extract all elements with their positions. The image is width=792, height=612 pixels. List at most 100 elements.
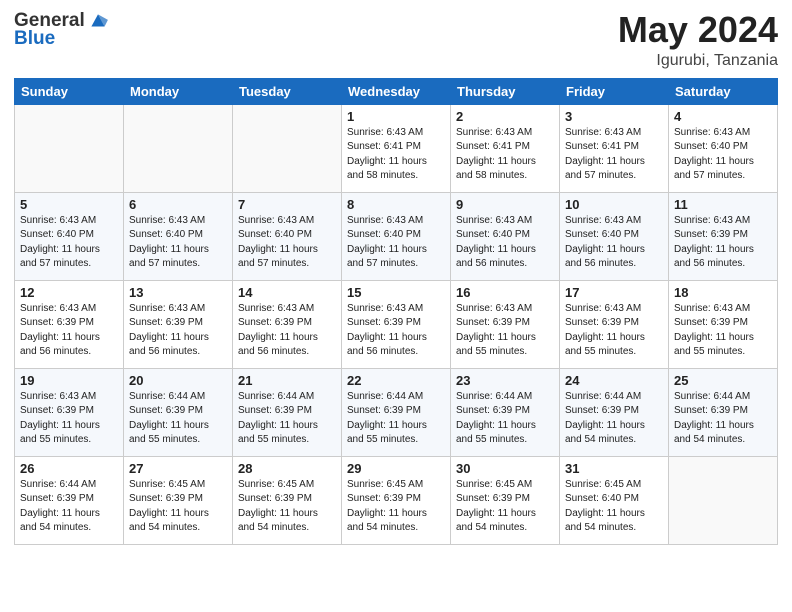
sunrise-text: Sunrise: 6:44 AM [456,391,532,402]
table-row: 25Sunrise: 6:44 AMSunset: 6:39 PMDayligh… [669,368,778,456]
sunrise-text: Sunrise: 6:43 AM [674,215,750,226]
day-info: Sunrise: 6:43 AMSunset: 6:41 PMDaylight:… [347,126,445,184]
calendar-page: General Blue May 2024 Igurubi, Tanzania … [0,0,792,612]
table-row: 8 Sunrise: 6:43 AMSunset: 6:40 PMDaylight… [342,192,451,280]
sunset-text: Sunset: 6:39 PM [20,317,94,328]
day-info: Sunrise: 6:43 AMSunset: 6:41 PMDaylight:… [565,126,663,184]
table-row: 18Sunrise: 6:43 AMSunset: 6:39 PMDayligh… [669,280,778,368]
day-number: 30 [456,461,554,476]
sunset-text: Sunset: 6:39 PM [129,405,203,416]
day-info: Sunrise: 6:44 AMSunset: 6:39 PMDaylight:… [20,478,118,536]
day-number: 1 [347,109,445,124]
table-row: 2Sunrise: 6:43 AMSunset: 6:41 PMDaylight… [451,104,560,192]
table-row: 5 Sunrise: 6:43 AMSunset: 6:40 PMDaylight… [15,192,124,280]
table-row: 17Sunrise: 6:43 AMSunset: 6:39 PMDayligh… [560,280,669,368]
sunrise-text: Sunrise: 6:43 AM [347,303,423,314]
sunrise-text: Sunrise: 6:45 AM [347,479,423,490]
day-number: 19 [20,373,118,388]
day-info: Sunrise: 6:43 AMSunset: 6:39 PMDaylight:… [347,302,445,360]
day-number: 13 [129,285,227,300]
sunset-text: Sunset: 6:40 PM [565,493,639,504]
header-thursday: Thursday [451,78,560,104]
sunrise-text: Sunrise: 6:43 AM [456,127,532,138]
sunset-text: Sunset: 6:39 PM [238,405,312,416]
header-sunday: Sunday [15,78,124,104]
table-row: 27Sunrise: 6:45 AMSunset: 6:39 PMDayligh… [124,456,233,544]
table-row [233,104,342,192]
table-row: 14Sunrise: 6:43 AMSunset: 6:39 PMDayligh… [233,280,342,368]
day-info: Sunrise: 6:44 AMSunset: 6:39 PMDaylight:… [238,390,336,448]
daylight-text: Daylight: 11 hours and 57 minutes. [238,244,318,270]
daylight-text: Daylight: 11 hours and 55 minutes. [129,420,209,446]
daylight-text: Daylight: 11 hours and 54 minutes. [674,420,754,446]
sunrise-text: Sunrise: 6:43 AM [674,303,750,314]
table-row: 23Sunrise: 6:44 AMSunset: 6:39 PMDayligh… [451,368,560,456]
sunrise-text: Sunrise: 6:45 AM [238,479,314,490]
sunset-text: Sunset: 6:40 PM [238,229,312,240]
sunrise-text: Sunrise: 6:43 AM [347,127,423,138]
day-info: Sunrise: 6:44 AMSunset: 6:39 PMDaylight:… [674,390,772,448]
day-number: 17 [565,285,663,300]
daylight-text: Daylight: 11 hours and 57 minutes. [20,244,100,270]
sunset-text: Sunset: 6:41 PM [347,141,421,152]
sunrise-text: Sunrise: 6:43 AM [565,215,641,226]
sunset-text: Sunset: 6:39 PM [674,317,748,328]
daylight-text: Daylight: 11 hours and 56 minutes. [565,244,645,270]
day-info: Sunrise: 6:43 AMSunset: 6:40 PMDaylight:… [238,214,336,272]
calendar-week-row: 19Sunrise: 6:43 AMSunset: 6:39 PMDayligh… [15,368,778,456]
table-row: 24Sunrise: 6:44 AMSunset: 6:39 PMDayligh… [560,368,669,456]
sunset-text: Sunset: 6:39 PM [456,317,530,328]
daylight-text: Daylight: 11 hours and 57 minutes. [129,244,209,270]
day-number: 6 [129,197,227,212]
day-info: Sunrise: 6:43 AMSunset: 6:40 PMDaylight:… [20,214,118,272]
header-monday: Monday [124,78,233,104]
daylight-text: Daylight: 11 hours and 56 minutes. [674,244,754,270]
sunrise-text: Sunrise: 6:43 AM [20,391,96,402]
daylight-text: Daylight: 11 hours and 54 minutes. [129,508,209,534]
day-info: Sunrise: 6:45 AMSunset: 6:39 PMDaylight:… [238,478,336,536]
sunrise-text: Sunrise: 6:43 AM [238,303,314,314]
day-number: 10 [565,197,663,212]
table-row: 7 Sunrise: 6:43 AMSunset: 6:40 PMDaylight… [233,192,342,280]
sunrise-text: Sunrise: 6:43 AM [456,215,532,226]
daylight-text: Daylight: 11 hours and 57 minutes. [565,156,645,182]
day-number: 14 [238,285,336,300]
day-number: 8 [347,197,445,212]
sunset-text: Sunset: 6:39 PM [456,493,530,504]
day-info: Sunrise: 6:43 AMSunset: 6:40 PMDaylight:… [347,214,445,272]
sunset-text: Sunset: 6:41 PM [456,141,530,152]
day-number: 11 [674,197,772,212]
sunrise-text: Sunrise: 6:43 AM [674,127,750,138]
day-info: Sunrise: 6:43 AMSunset: 6:40 PMDaylight:… [129,214,227,272]
sunset-text: Sunset: 6:39 PM [20,493,94,504]
sunrise-text: Sunrise: 6:45 AM [565,479,641,490]
table-row: 13 Sunrise: 6:43 AMSunset: 6:39 PMDayligh… [124,280,233,368]
header-tuesday: Tuesday [233,78,342,104]
sunset-text: Sunset: 6:40 PM [565,229,639,240]
day-number: 7 [238,197,336,212]
day-info: Sunrise: 6:43 AMSunset: 6:39 PMDaylight:… [674,302,772,360]
calendar-header-row: Sunday Monday Tuesday Wednesday Thursday… [15,78,778,104]
daylight-text: Daylight: 11 hours and 55 minutes. [20,420,100,446]
day-number: 27 [129,461,227,476]
day-number: 5 [20,197,118,212]
day-info: Sunrise: 6:43 AMSunset: 6:39 PMDaylight:… [129,302,227,360]
daylight-text: Daylight: 11 hours and 56 minutes. [129,332,209,358]
day-info: Sunrise: 6:43 AMSunset: 6:40 PMDaylight:… [456,214,554,272]
sunset-text: Sunset: 6:40 PM [129,229,203,240]
day-info: Sunrise: 6:43 AMSunset: 6:39 PMDaylight:… [456,302,554,360]
daylight-text: Daylight: 11 hours and 56 minutes. [20,332,100,358]
day-number: 2 [456,109,554,124]
sunset-text: Sunset: 6:40 PM [347,229,421,240]
day-info: Sunrise: 6:43 AMSunset: 6:39 PMDaylight:… [20,390,118,448]
day-number: 3 [565,109,663,124]
daylight-text: Daylight: 11 hours and 55 minutes. [456,420,536,446]
sunrise-text: Sunrise: 6:43 AM [565,303,641,314]
title-block: May 2024 Igurubi, Tanzania [618,10,778,70]
day-number: 28 [238,461,336,476]
table-row: 15Sunrise: 6:43 AMSunset: 6:39 PMDayligh… [342,280,451,368]
table-row: 29Sunrise: 6:45 AMSunset: 6:39 PMDayligh… [342,456,451,544]
day-info: Sunrise: 6:43 AMSunset: 6:41 PMDaylight:… [456,126,554,184]
sunset-text: Sunset: 6:40 PM [674,141,748,152]
table-row: 10 Sunrise: 6:43 AM Sunset: 6:40 PM Dayligh… [560,192,669,280]
